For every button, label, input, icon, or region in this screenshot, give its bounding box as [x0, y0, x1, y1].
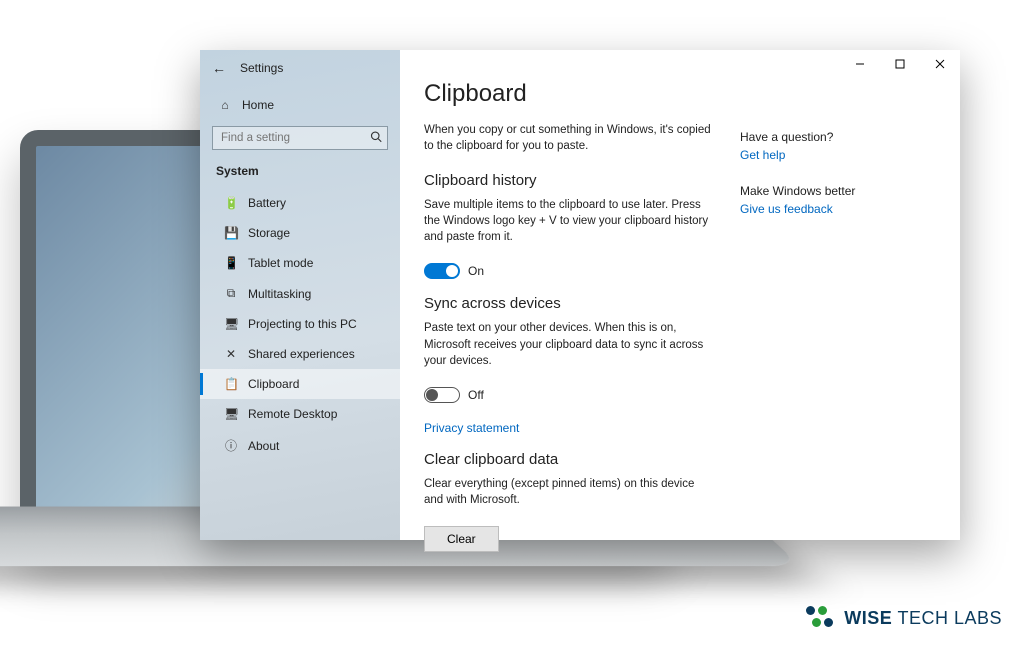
sidebar-item-label: Remote Desktop — [248, 407, 337, 421]
sidebar-item-battery[interactable]: 🔋 Battery — [200, 188, 400, 218]
about-icon: ⓘ — [224, 437, 238, 454]
sidebar-item-multitasking[interactable]: ⧉ Multitasking — [200, 278, 400, 309]
sidebar-item-label: Clipboard — [248, 377, 299, 391]
improve-heading: Make Windows better — [740, 184, 894, 198]
sync-state: Off — [468, 388, 484, 402]
page-intro: When you copy or cut something in Window… — [424, 122, 716, 154]
sidebar-item-storage[interactable]: 💾 Storage — [200, 218, 400, 248]
sidebar-item-remote-desktop[interactable]: 🖥 Remote Desktop — [200, 399, 400, 429]
sidebar-item-label: About — [248, 439, 279, 453]
clipboard-history-desc: Save multiple items to the clipboard to … — [424, 197, 716, 245]
sidebar-item-label: Multitasking — [248, 287, 311, 301]
home-icon: ⌂ — [218, 98, 232, 112]
side-panel: Have a question? Get help Make Windows b… — [740, 50, 910, 540]
clipboard-history-heading: Clipboard history — [424, 172, 716, 189]
sidebar-item-label: Battery — [248, 196, 286, 210]
clipboard-history-state: On — [468, 264, 484, 278]
clipboard-icon: 📋 — [224, 377, 238, 391]
sidebar-item-about[interactable]: ⓘ About — [200, 429, 400, 462]
close-button[interactable] — [920, 50, 960, 78]
sidebar-item-clipboard[interactable]: 📋 Clipboard — [200, 369, 400, 399]
clipboard-history-toggle[interactable] — [424, 263, 460, 279]
tablet-mode-icon: 📱 — [224, 256, 238, 270]
page-title: Clipboard — [424, 80, 716, 108]
shared-experiences-icon: ✕ — [224, 347, 238, 361]
sidebar-item-shared-experiences[interactable]: ✕ Shared experiences — [200, 339, 400, 369]
settings-window: ← Settings ⌂ Home System 🔋 Battery 💾 Storag… — [200, 50, 960, 540]
get-help-link[interactable]: Get help — [740, 148, 894, 162]
remote-desktop-icon: 🖥 — [224, 407, 238, 421]
search-input[interactable] — [212, 126, 388, 150]
sidebar-home-label: Home — [242, 98, 274, 112]
sidebar-item-tablet-mode[interactable]: 📱 Tablet mode — [200, 248, 400, 278]
clear-button[interactable]: Clear — [424, 526, 499, 552]
question-heading: Have a question? — [740, 130, 894, 144]
back-arrow-icon[interactable]: ← — [212, 60, 226, 76]
sidebar-item-projecting-to-this-pc[interactable]: 🖥 Projecting to this PC — [200, 309, 400, 339]
sidebar-item-label: Tablet mode — [248, 256, 313, 270]
sidebar-item-label: Shared experiences — [248, 347, 355, 361]
brand-watermark: WISE TECH LABS — [804, 604, 1002, 632]
minimize-button[interactable] — [840, 50, 880, 78]
sync-toggle[interactable] — [424, 387, 460, 403]
clear-desc: Clear everything (except pinned items) o… — [424, 476, 716, 508]
sidebar: ← Settings ⌂ Home System 🔋 Battery 💾 Storag… — [200, 50, 400, 540]
multitasking-icon: ⧉ — [224, 286, 238, 301]
sidebar-item-label: Storage — [248, 226, 290, 240]
brand-text: WISE TECH LABS — [844, 608, 1002, 629]
sidebar-item-label: Projecting to this PC — [248, 317, 357, 331]
search-wrap — [212, 126, 388, 150]
privacy-link[interactable]: Privacy statement — [424, 421, 519, 435]
battery-icon: 🔋 — [224, 196, 238, 210]
sidebar-category: System — [200, 164, 400, 182]
main-panel: Clipboard When you copy or cut something… — [400, 50, 740, 540]
sync-desc: Paste text on your other devices. When t… — [424, 320, 716, 368]
content-area: Clipboard When you copy or cut something… — [400, 50, 960, 540]
maximize-button[interactable] — [880, 50, 920, 78]
app-title: Settings — [240, 61, 283, 75]
titlebar-controls — [840, 50, 960, 78]
search-icon — [370, 131, 382, 146]
projecting-to-this-pc-icon: 🖥 — [224, 317, 238, 331]
storage-icon: 💾 — [224, 226, 238, 240]
sync-heading: Sync across devices — [424, 295, 716, 312]
feedback-link[interactable]: Give us feedback — [740, 202, 894, 216]
sidebar-home[interactable]: ⌂ Home — [200, 90, 400, 120]
clear-heading: Clear clipboard data — [424, 451, 716, 468]
brand-logo-icon — [804, 604, 836, 632]
sidebar-nav-list: 🔋 Battery 💾 Storage 📱 Tablet mode ⧉ Multitaskin… — [200, 188, 400, 462]
